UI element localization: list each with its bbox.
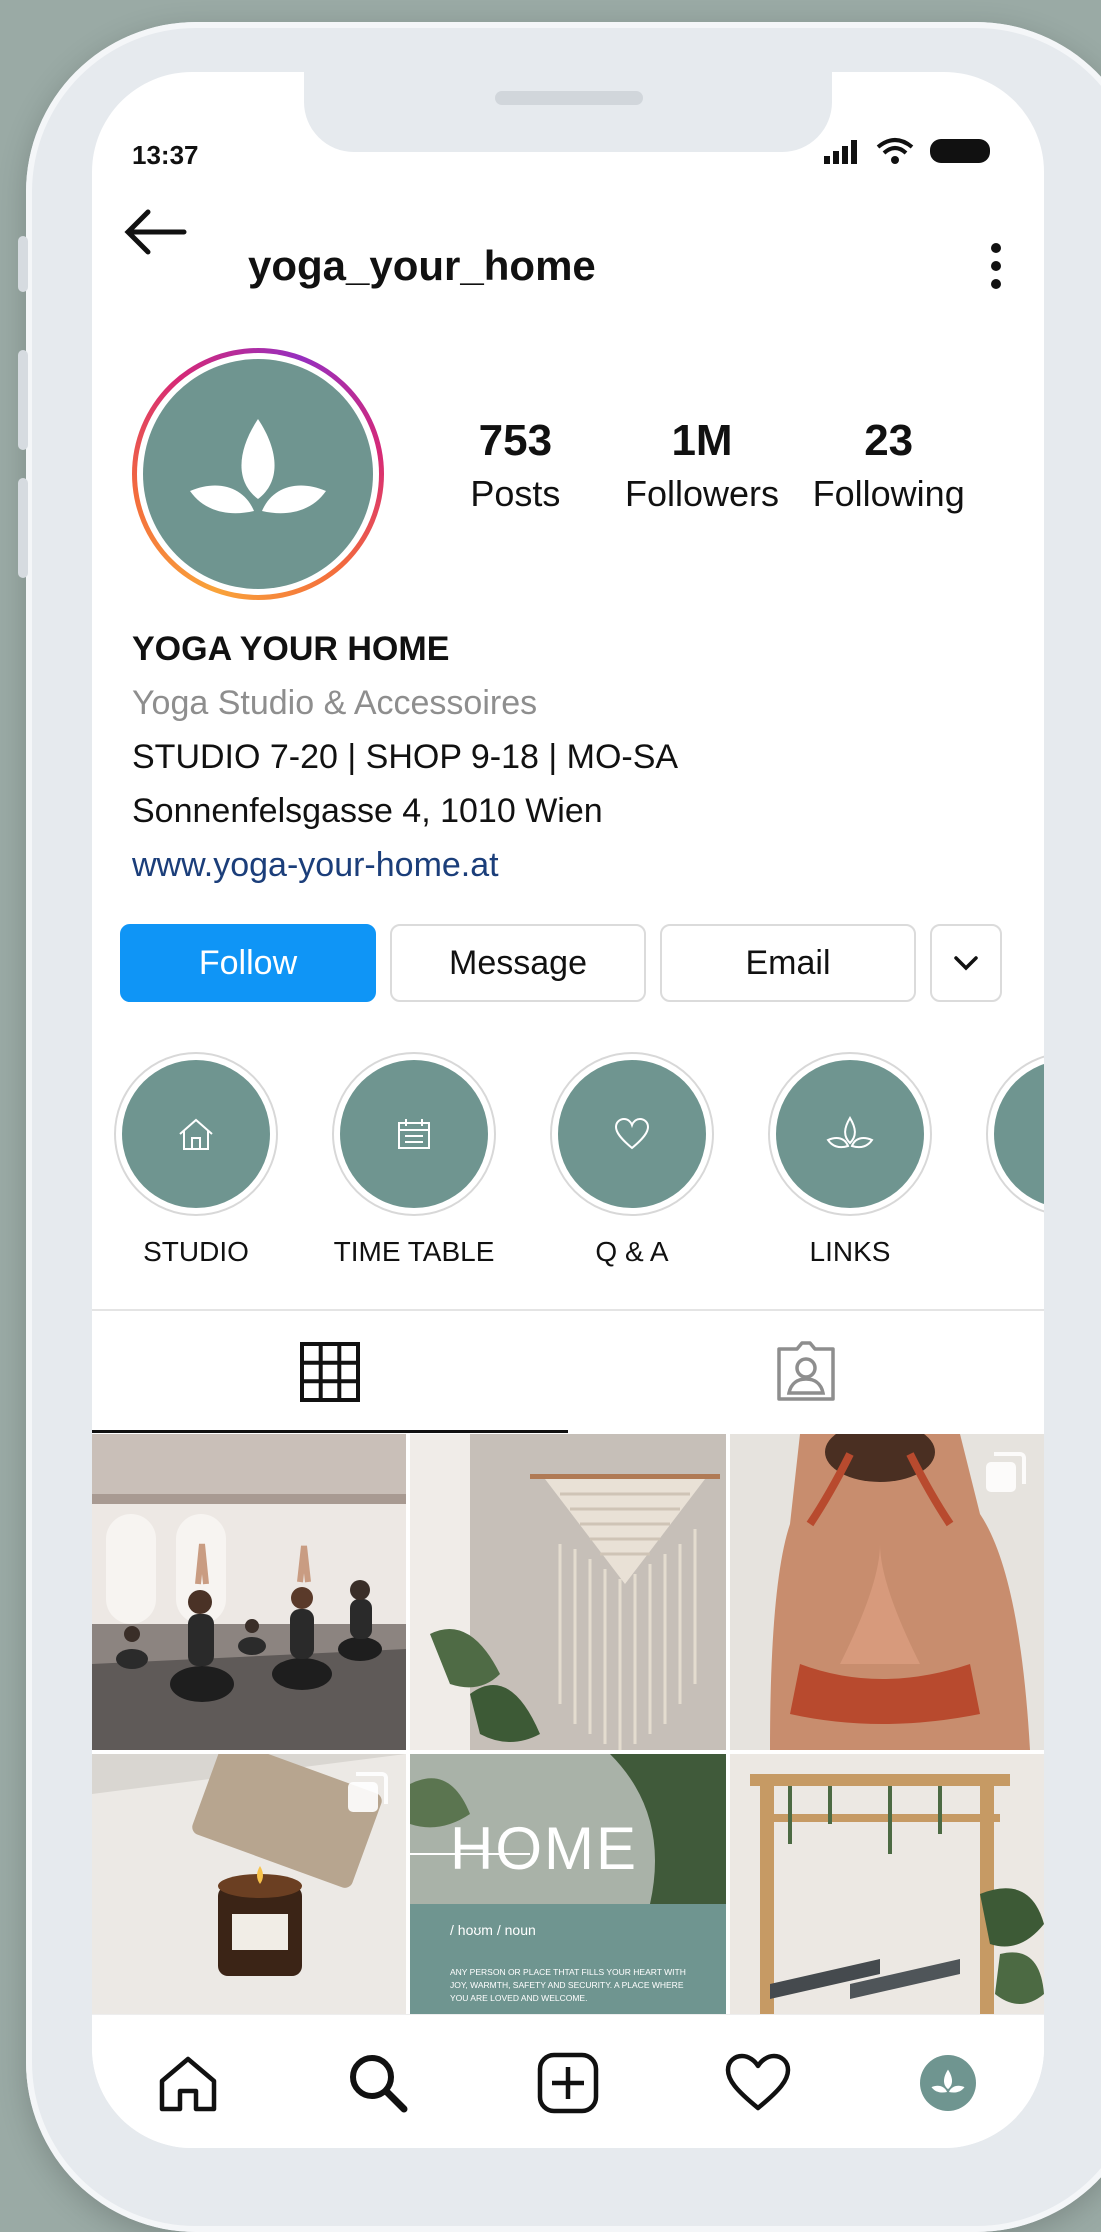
posts-count: 753	[478, 416, 553, 465]
phone-volume-down	[18, 478, 28, 578]
profile-username: yoga_your_home	[248, 242, 596, 289]
profile-bio: YOGA YOUR HOME Yoga Studio & Accessoires…	[132, 622, 992, 892]
lotus-logo-icon	[931, 2069, 965, 2093]
nav-home[interactable]	[148, 2043, 228, 2123]
carousel-icon	[344, 1770, 390, 1821]
email-button[interactable]: Email	[660, 924, 916, 1002]
highlight-links[interactable]: LINKS	[766, 1052, 934, 1268]
post-candle[interactable]	[92, 1754, 406, 2014]
bio-line-address: Sonnenfelsgasse 4, 1010 Wien	[132, 792, 603, 830]
follow-button[interactable]: Follow	[120, 924, 376, 1002]
profile-stats: 753 Posts 1M Followers 23 Following	[422, 416, 982, 515]
followers-stat[interactable]: 1M Followers	[609, 416, 796, 515]
home-tile-title: HOME	[450, 1815, 638, 1882]
posts-stat[interactable]: 753 Posts	[422, 416, 609, 515]
profile-avatar-small	[920, 2055, 976, 2111]
following-count: 23	[864, 416, 914, 465]
lotus-icon	[826, 1116, 874, 1149]
add-post-icon	[537, 2052, 599, 2114]
highlight-label: TIME TABLE	[333, 1236, 495, 1267]
calendar-icon	[398, 1119, 430, 1149]
home-icon	[159, 2056, 217, 2112]
nav-search[interactable]	[338, 2043, 418, 2123]
highlight-label: TE	[984, 1236, 1044, 1268]
heart-icon	[614, 1117, 650, 1150]
back-arrow-icon[interactable]	[118, 202, 190, 267]
profile-tabs	[92, 1312, 1044, 1432]
tab-tagged[interactable]	[568, 1312, 1044, 1432]
following-label: Following	[812, 473, 965, 515]
post-macrame[interactable]	[410, 1434, 726, 1750]
phone-side-button	[18, 236, 28, 292]
highlight-partial[interactable]: TE	[984, 1052, 1044, 1268]
signal-icon	[824, 140, 857, 164]
highlight-label: STUDIO	[143, 1236, 249, 1267]
highlight-time-table[interactable]: TIME TABLE	[330, 1052, 498, 1268]
nav-activity[interactable]	[718, 2043, 798, 2123]
activity-heart-icon	[725, 2053, 791, 2111]
message-button[interactable]: Message	[390, 924, 646, 1002]
followers-label: Followers	[624, 473, 780, 515]
highlight-studio[interactable]: STUDIO	[112, 1052, 280, 1268]
phone-speaker	[495, 91, 643, 105]
active-tab-indicator	[92, 1430, 568, 1433]
profile-category: Yoga Studio & Accessoires	[132, 684, 538, 722]
suggested-accounts-button[interactable]	[930, 924, 1002, 1002]
bio-line-hours: STUDIO 7-20 | SHOP 9-18 | MO-SA	[132, 738, 679, 776]
section-divider	[92, 1309, 1044, 1311]
phone-notch	[304, 72, 832, 152]
status-icons	[822, 136, 996, 166]
post-yoga-class[interactable]	[92, 1434, 406, 1750]
bottom-navigation	[92, 2014, 1044, 2148]
house-icon	[179, 1118, 213, 1150]
post-image	[730, 1754, 1044, 2014]
posts-label: Posts	[470, 473, 561, 515]
profile-avatar	[143, 359, 373, 589]
post-home-definition[interactable]: HOME / hoʊm / noun ANY PERSON OR PLACE T…	[410, 1754, 726, 2014]
wifi-icon	[876, 138, 914, 164]
home-tile-definition: / hoʊm / noun	[450, 1922, 536, 1938]
phone-volume-up	[18, 350, 28, 450]
followers-count: 1M	[671, 416, 733, 465]
more-options-icon[interactable]	[986, 242, 1006, 295]
post-image	[92, 1434, 406, 1750]
highlight-label: LINKS	[809, 1236, 891, 1267]
lotus-icon	[1043, 1116, 1044, 1152]
post-studio-room[interactable]	[730, 1754, 1044, 2014]
highlight-label: Q & A	[595, 1236, 669, 1267]
post-image	[410, 1434, 726, 1750]
battery-icon	[930, 139, 990, 163]
profile-avatar-ring[interactable]	[132, 348, 384, 600]
lotus-logo-icon	[190, 419, 326, 514]
nav-new-post[interactable]	[528, 2043, 608, 2123]
story-highlights: STUDIO TIME TABLE Q & A LINKS TE	[92, 1052, 1044, 1292]
home-tile-text: ANY PERSON OR PLACE THTAT FILLS YOUR HEA…	[450, 1967, 686, 2003]
app-screen: 13:37 yoga_your_home 753 Posts 1M Follow…	[92, 72, 1044, 2148]
carousel-icon	[982, 1450, 1028, 1501]
nav-profile[interactable]	[908, 2043, 988, 2123]
tagged-person-icon	[777, 1341, 835, 1401]
post-yoga-back[interactable]	[730, 1434, 1044, 1750]
profile-actions: Follow Message Email	[120, 924, 1002, 1002]
grid-icon	[300, 1342, 360, 1402]
search-icon	[350, 2055, 408, 2113]
website-link[interactable]: www.yoga-your-home.at	[132, 838, 992, 892]
profile-display-name: YOGA YOUR HOME	[132, 630, 450, 668]
chevron-down-icon	[954, 956, 978, 971]
tab-posts-grid[interactable]	[92, 1312, 568, 1432]
posts-grid: HOME / hoʊm / noun ANY PERSON OR PLACE T…	[92, 1434, 1044, 2014]
following-stat[interactable]: 23 Following	[795, 416, 982, 515]
status-time: 13:37	[132, 140, 199, 170]
highlight-q-and-a[interactable]: Q & A	[548, 1052, 716, 1268]
